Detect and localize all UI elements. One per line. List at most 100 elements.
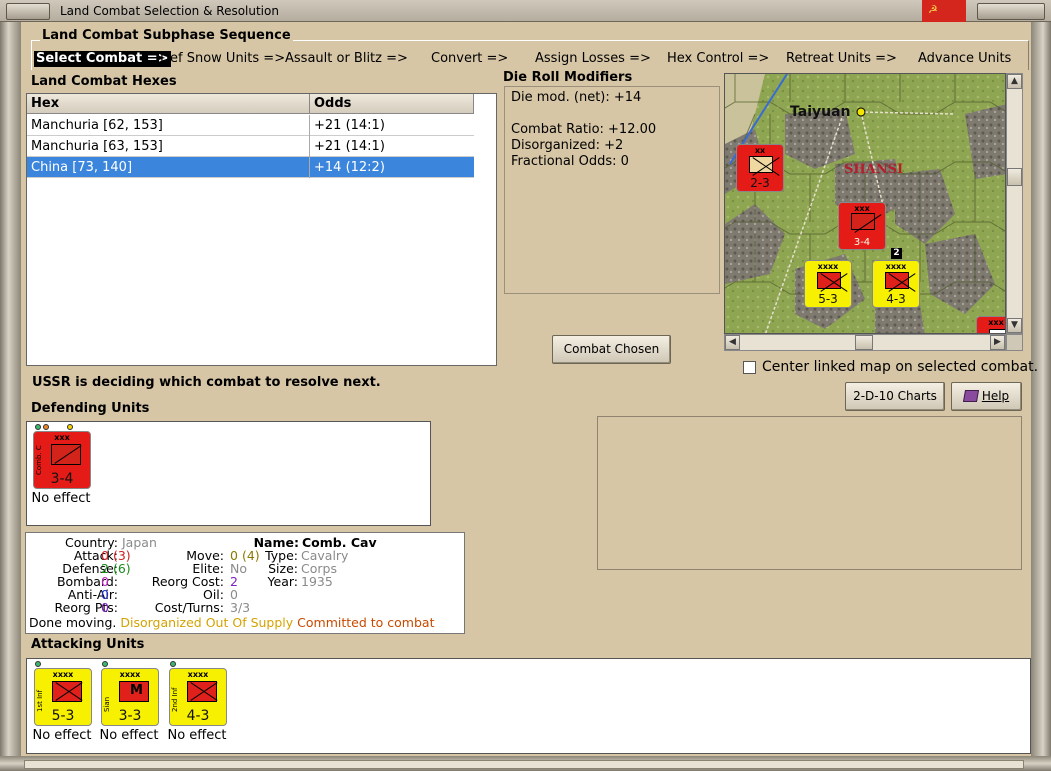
- hex-table[interactable]: Hex Odds Manchuria [62, 153] +21 (14:1) …: [26, 93, 497, 366]
- infantry-symbol: [817, 272, 841, 289]
- scroll-thumb[interactable]: [1007, 168, 1022, 186]
- unit-strength: 4-3: [886, 292, 906, 306]
- charts-button[interactable]: 2-D-10 Charts: [845, 382, 945, 411]
- fractional-odds: Fractional Odds: 0: [511, 154, 629, 169]
- status-strip: [24, 760, 1024, 769]
- odds-cell: +21 (14:1): [314, 118, 385, 133]
- col-header-hex[interactable]: Hex: [27, 94, 310, 114]
- close-button[interactable]: [977, 3, 1045, 20]
- odds-cell: +14 (12:2): [314, 160, 385, 175]
- unit-info-panel: Country: Japan Attack: 0 (3) Defense: 2 …: [25, 532, 465, 634]
- map-unit-counter[interactable]: xxxx 5-3: [804, 260, 852, 308]
- unit-size: xxxx: [885, 262, 907, 271]
- status-dot: [43, 424, 49, 430]
- unit-strength: 2-3: [750, 176, 770, 190]
- unit-size: xxx: [54, 433, 70, 442]
- phase-assign-losses: Assign Losses =>: [535, 51, 651, 66]
- stack-count-badge: 2: [891, 248, 902, 259]
- status-disorganized: Disorganized: [120, 615, 202, 630]
- map-horizontal-scrollbar[interactable]: ◀ ▶: [724, 334, 1006, 351]
- unit-strength: 4-3: [186, 708, 210, 724]
- status-out-of-supply: Out Of Supply: [205, 615, 294, 630]
- map-vertical-scrollbar[interactable]: ▲ ▼: [1006, 73, 1023, 334]
- hexes-heading: Land Combat Hexes: [31, 74, 177, 89]
- scroll-thumb[interactable]: [855, 335, 873, 350]
- system-menu-button[interactable]: [6, 3, 50, 20]
- hq-symbol: [749, 156, 773, 173]
- infantry-symbol: [885, 272, 909, 289]
- status-dot: [67, 424, 73, 430]
- table-row[interactable]: Manchuria [62, 153] +21 (14:1): [27, 115, 474, 136]
- disorganized-mod: Disorganized: +2: [511, 138, 624, 153]
- unit-strength: 3-3: [118, 708, 142, 724]
- hex-cell: Manchuria [62, 153]: [31, 118, 163, 133]
- hex-cell: China [73, 140]: [31, 160, 133, 175]
- col-header-odds[interactable]: Odds: [310, 94, 474, 114]
- mini-map[interactable]: Taiyuan SHANSI xx 2-3 xxx 3-4 xxxx 5-3 x…: [724, 73, 1006, 334]
- scroll-up-icon[interactable]: ▲: [1007, 74, 1022, 89]
- table-row[interactable]: Manchuria [63, 153] +21 (14:1): [27, 136, 474, 157]
- ussr-flag-icon: ☭: [922, 0, 966, 22]
- year-value: 1935: [301, 574, 333, 589]
- subphase-title: Land Combat Subphase Sequence: [40, 28, 293, 43]
- phase-hex-control: Hex Control =>: [667, 51, 770, 66]
- unit-size: xxx: [854, 204, 870, 213]
- mechanized-symbol: M: [119, 681, 149, 702]
- scroll-right-icon[interactable]: ▶: [990, 335, 1005, 350]
- map-unit-counter[interactable]: xxxx 4-3: [872, 260, 920, 308]
- scroll-corner: [1006, 334, 1023, 351]
- attacking-heading: Attacking Units: [31, 637, 145, 652]
- status-committed: Committed to combat: [297, 615, 435, 630]
- book-icon: [962, 390, 979, 402]
- phase-retreat-units: Retreat Units =>: [786, 51, 897, 66]
- cost-label: Cost/Turns:: [154, 600, 224, 615]
- unit-size: xxxx: [187, 670, 209, 679]
- scroll-left-icon[interactable]: ◀: [725, 335, 740, 350]
- defending-heading: Defending Units: [31, 401, 150, 416]
- scroll-down-icon[interactable]: ▼: [1007, 318, 1022, 333]
- cavalry-symbol: [51, 444, 81, 465]
- cavalry-symbol: [851, 213, 875, 230]
- status-done-moving: Done moving.: [29, 615, 117, 630]
- unit-strength: 3-4: [50, 471, 74, 487]
- attacker-unit-counter[interactable]: xxxx Sian M 3-3: [101, 668, 159, 726]
- map-unit-counter[interactable]: xx 2-3: [736, 144, 784, 192]
- unit-size: xxxx: [817, 262, 839, 271]
- unit-size: xx: [754, 146, 766, 155]
- status-message: USSR is deciding which combat to resolve…: [32, 375, 381, 390]
- die-roll-panel: Die mod. (net): +14 Combat Ratio: +12.00…: [504, 86, 720, 294]
- year-label: Year:: [267, 574, 298, 589]
- unit-strength: 5-3: [818, 292, 838, 306]
- help-label: Help: [981, 389, 1010, 403]
- center-map-checkbox[interactable]: [743, 361, 756, 374]
- combat-chosen-button[interactable]: Combat Chosen: [552, 335, 671, 364]
- phase-def-snow-units: Def Snow Units =>: [160, 51, 286, 66]
- window-frame-right: [1031, 22, 1051, 771]
- combat-result: No effect: [31, 491, 91, 506]
- attacker-unit-counter[interactable]: xxxx 2nd Inf 4-3: [169, 668, 227, 726]
- attacking-units-panel[interactable]: xxxx 1st Inf 5-3 No effect xxxx Sian M 3…: [26, 658, 1031, 754]
- unit-strength: 3-4: [853, 237, 871, 248]
- die-mod-net: Die mod. (net): +14: [511, 90, 642, 105]
- center-map-label: Center linked map on selected combat.: [762, 359, 1039, 375]
- infantry-symbol: [187, 681, 217, 702]
- defending-units-panel[interactable]: xxx Comb. Cav 3-4 No effect: [26, 421, 431, 526]
- map-unit-counter[interactable]: xxx 3-4: [838, 202, 886, 250]
- hex-cell: Manchuria [63, 153]: [31, 139, 163, 154]
- defender-unit-counter[interactable]: xxx Comb. Cav 3-4: [33, 431, 91, 489]
- table-row-selected[interactable]: China [73, 140] +14 (12:2): [27, 157, 474, 178]
- unit-size: xxxx: [52, 670, 74, 679]
- attacker-unit-counter[interactable]: xxxx 1st Inf 5-3: [34, 668, 92, 726]
- phase-assault-blitz: Assault or Blitz =>: [285, 51, 408, 66]
- status-dot: [35, 661, 41, 667]
- city-label: Taiyuan: [790, 104, 851, 120]
- odds-cell: +21 (14:1): [314, 139, 385, 154]
- status-dot: [102, 661, 108, 667]
- window-frame-left: [0, 22, 21, 771]
- mech-letter: M: [130, 683, 143, 698]
- map-unit-counter[interactable]: xxx: [976, 316, 1005, 333]
- reorg-pts-value: 0: [101, 600, 109, 615]
- window-title: Land Combat Selection & Resolution: [60, 4, 279, 18]
- phase-select-combat: Select Combat =>: [34, 51, 171, 67]
- help-button[interactable]: Help: [951, 382, 1022, 411]
